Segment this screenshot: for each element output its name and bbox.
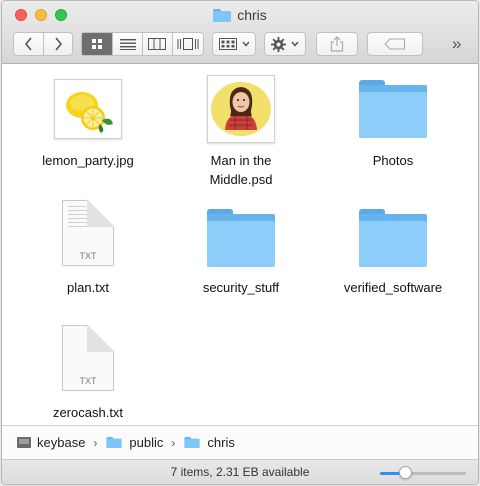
folder-icon [359, 209, 427, 267]
folder-item-verified-software[interactable]: verified_software [315, 194, 471, 304]
file-item-plan-txt[interactable]: TXT plan.txt [10, 194, 166, 304]
file-type-badge: TXT [79, 251, 97, 261]
text-document-icon: TXT [62, 324, 115, 391]
file-name-line1: Man in the [210, 153, 272, 168]
path-separator: › [171, 435, 176, 450]
folder-name: Photos [372, 153, 414, 168]
column-view-button[interactable] [142, 33, 172, 55]
folder-name: security_stuff [202, 280, 280, 295]
chevron-down-icon [241, 41, 250, 47]
arrange-grid-icon [218, 38, 237, 50]
file-item-zerocash-txt[interactable]: TXT zerocash.txt [10, 319, 166, 420]
lemon-image-icon [55, 80, 121, 138]
action-button[interactable] [264, 32, 306, 56]
columns-icon [148, 38, 167, 50]
folder-item-photos[interactable]: Photos [315, 64, 471, 194]
file-name: plan.txt [67, 280, 109, 295]
icon-grid-icon [92, 39, 103, 49]
chevron-left-icon [24, 37, 32, 51]
tag-icon [384, 38, 406, 50]
path-item-keybase[interactable]: keybase [17, 435, 85, 450]
path-item-public[interactable]: public [105, 435, 163, 450]
folder-item-security-stuff[interactable]: security_stuff [163, 194, 319, 304]
tags-button[interactable] [367, 32, 423, 56]
back-forward-control [13, 32, 73, 56]
list-icon [119, 39, 136, 50]
forward-button[interactable] [43, 33, 72, 55]
slider-knob[interactable] [398, 466, 412, 479]
file-name: zerocash.txt [52, 405, 124, 420]
path-item-chris[interactable]: chris [183, 435, 235, 450]
folder-name: verified_software [343, 280, 443, 295]
folder-icon [213, 8, 232, 22]
share-icon [330, 36, 344, 52]
status-bar: 7 items, 2.31 EB available [2, 459, 478, 484]
cover-flow-icon [177, 38, 199, 50]
folder-icon [184, 436, 201, 449]
cover-flow-button[interactable] [171, 33, 203, 55]
folder-icon [359, 80, 427, 138]
view-mode-control [81, 32, 204, 56]
path-separator: › [93, 435, 98, 450]
image-thumbnail [54, 79, 122, 139]
file-name: lemon_party.jpg [42, 153, 134, 168]
icon-size-slider[interactable] [380, 466, 466, 479]
window-title: chris [2, 6, 478, 24]
finder-window: chris » lemon_party.jpg Man in the Middl… [1, 0, 479, 485]
file-name-line2: Middle.psd [209, 172, 273, 187]
chevron-right-icon [54, 37, 62, 51]
icon-view-button[interactable] [82, 33, 113, 55]
chevron-down-icon [291, 41, 299, 47]
window-title-text: chris [237, 7, 267, 23]
image-thumbnail [207, 75, 275, 143]
text-document-icon: TXT [62, 199, 115, 266]
drive-icon [17, 437, 31, 448]
folder-icon [106, 436, 123, 449]
gear-icon [271, 36, 286, 52]
list-view-button[interactable] [112, 33, 142, 55]
title-bar: chris » [2, 1, 478, 64]
back-button[interactable] [14, 33, 43, 55]
folder-icon [207, 209, 275, 267]
icon-view-area: lemon_party.jpg Man in the Middle.psd Ph… [2, 64, 478, 425]
share-button[interactable] [316, 32, 358, 56]
person-image-icon [208, 76, 274, 142]
path-bar: keybase › public › chris [2, 425, 478, 459]
toolbar-overflow-button[interactable]: » [452, 34, 461, 54]
file-item-man-in-the-middle[interactable]: Man in the Middle.psd [163, 64, 319, 194]
file-item-lemon-party[interactable]: lemon_party.jpg [10, 64, 166, 194]
arrange-button[interactable] [212, 32, 256, 56]
file-type-badge: TXT [79, 376, 97, 386]
